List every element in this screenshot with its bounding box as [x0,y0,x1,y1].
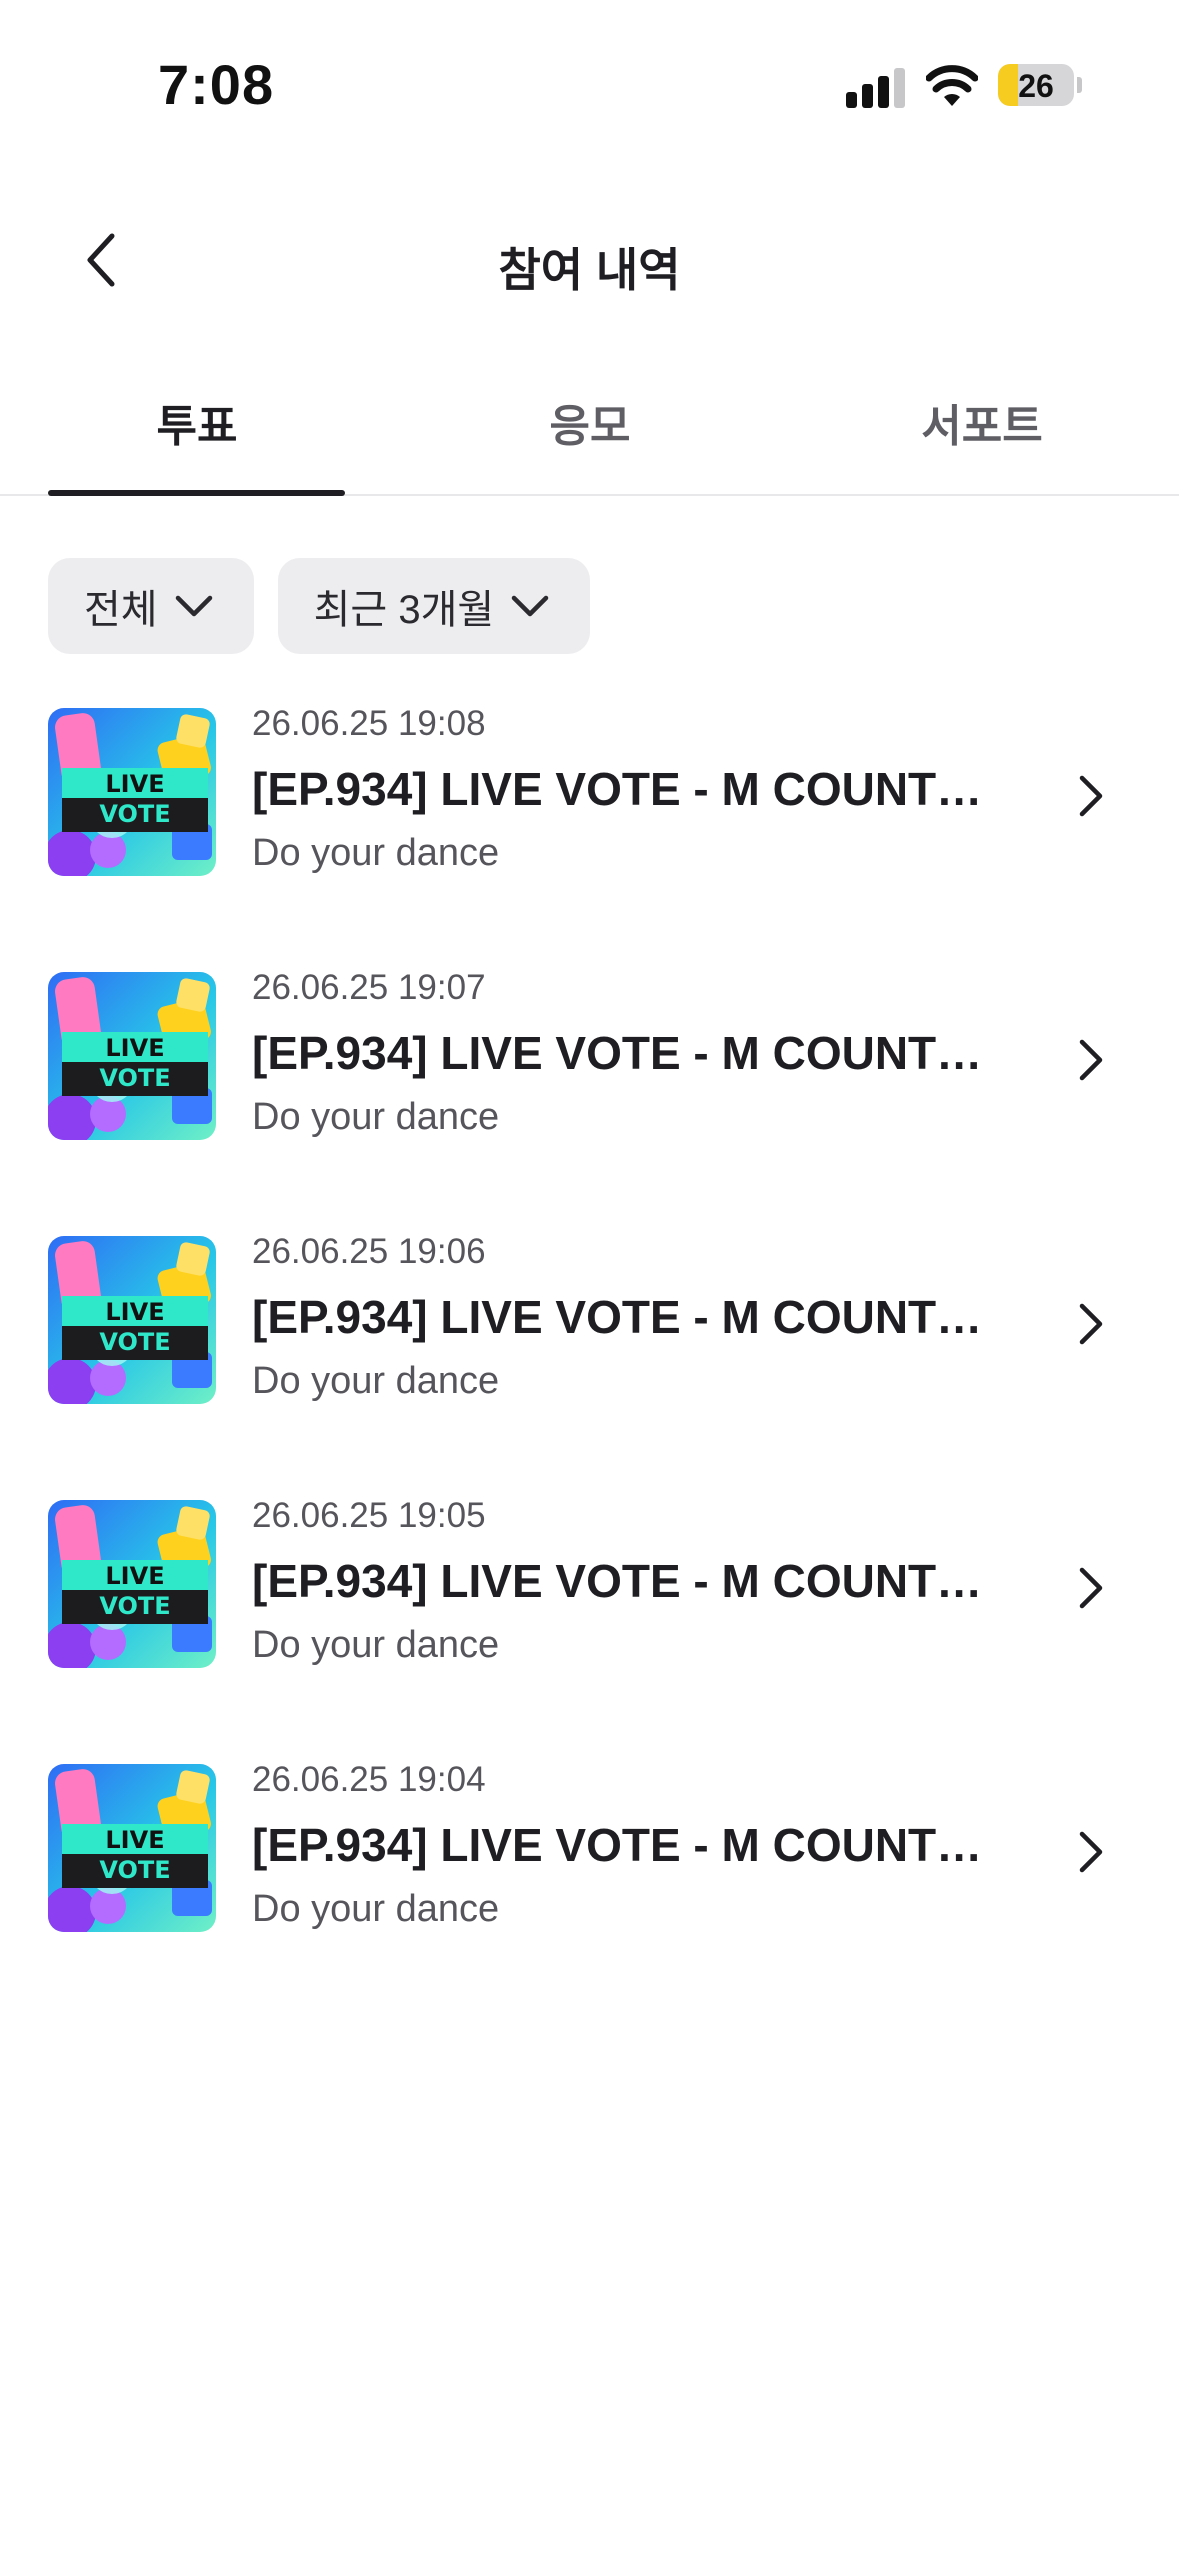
live-vote-thumbnail: LIVE VOTE [48,1236,216,1404]
item-title: [EP.934] LIVE VOTE - M COUNTDOWN [252,1291,1012,1343]
chevron-right-icon [1079,1303,1103,1345]
thumb-text-vote: VOTE [99,1592,170,1620]
thumb-text-live: LIVE [105,1298,164,1326]
filter-category-dropdown[interactable]: 전체 [48,558,254,654]
battery-cap [1077,77,1082,93]
thumb-text-vote: VOTE [99,1328,170,1356]
active-tab-indicator [48,490,345,496]
item-date: 26.06.25 19:08 [252,704,486,743]
item-subtitle: Do your dance [252,832,500,874]
chevron-right-icon [1079,1831,1103,1873]
thumb-text-vote: VOTE [99,800,170,828]
filter-category-label: 전체 [84,588,158,632]
list-item[interactable]: LIVE VOTE 26.06.25 19:04 [EP.934] LIVE V… [0,1760,1179,2024]
thumb-text-live: LIVE [105,1826,164,1854]
battery-percent: 26 [1018,68,1054,104]
thumb-text-vote: VOTE [99,1856,170,1884]
item-subtitle: Do your dance [252,1360,500,1402]
filter-bar: 전체 최근 3개월 [48,558,591,654]
live-vote-thumbnail: LIVE VOTE [48,1764,216,1932]
item-title: [EP.934] LIVE VOTE - M COUNTDOWN [252,1027,1012,1079]
battery-icon: 26 [998,64,1074,106]
tab-bar: 투표 응모 서포트 [0,360,1179,496]
tab-support[interactable]: 서포트 [832,390,1132,454]
page-title: 참여 내역 [498,244,681,296]
header: 참여 내역 [0,200,1179,320]
thumb-text-vote: VOTE [99,1064,170,1092]
item-title: [EP.934] LIVE VOTE - M COUNTDOWN [252,1555,1012,1607]
cellular-signal-icon [846,66,906,108]
item-date: 26.06.25 19:05 [252,1496,486,1535]
status-time: 7:08 [158,53,275,116]
tab-vote[interactable]: 투표 [47,390,347,454]
chevron-down-icon [511,595,549,617]
filter-period-label: 최근 3개월 [313,588,495,632]
item-title: [EP.934] LIVE VOTE - M COUNTDOWN [252,763,1012,815]
item-subtitle: Do your dance [252,1624,500,1666]
thumb-text-live: LIVE [105,770,164,798]
status-bar: 7:08 26 [0,0,1179,160]
item-title: [EP.934] LIVE VOTE - M COUNTDOWN [252,1819,1012,1871]
chevron-right-icon [1079,1039,1103,1081]
item-subtitle: Do your dance [252,1096,500,1138]
participation-list: LIVE VOTE 26.06.25 19:08 [EP.934] LIVE V… [0,704,1179,2024]
tab-entry[interactable]: 응모 [440,390,740,454]
filter-period-dropdown[interactable]: 최근 3개월 [277,558,591,654]
list-item[interactable]: LIVE VOTE 26.06.25 19:05 [EP.934] LIVE V… [0,1496,1179,1760]
item-date: 26.06.25 19:07 [252,968,486,1007]
thumb-text-live: LIVE [105,1562,164,1590]
live-vote-thumbnail: LIVE VOTE [48,708,216,876]
item-date: 26.06.25 19:06 [252,1232,486,1271]
list-item[interactable]: LIVE VOTE 26.06.25 19:08 [EP.934] LIVE V… [0,704,1179,968]
thumb-text-live: LIVE [105,1034,164,1062]
chevron-down-icon [175,595,212,617]
screen: 7:08 26 참여 내역 투표 응모 서포트 전체 최근 3개월 LIVE V… [0,0,1179,2556]
list-item[interactable]: LIVE VOTE 26.06.25 19:07 [EP.934] LIVE V… [0,968,1179,1232]
wifi-icon [926,65,978,106]
item-date: 26.06.25 19:04 [252,1760,486,1799]
live-vote-thumbnail: LIVE VOTE [48,972,216,1140]
chevron-right-icon [1079,775,1103,817]
live-vote-thumbnail: LIVE VOTE [48,1500,216,1668]
item-subtitle: Do your dance [252,1888,500,1930]
chevron-right-icon [1079,1567,1103,1609]
list-item[interactable]: LIVE VOTE 26.06.25 19:06 [EP.934] LIVE V… [0,1232,1179,1496]
